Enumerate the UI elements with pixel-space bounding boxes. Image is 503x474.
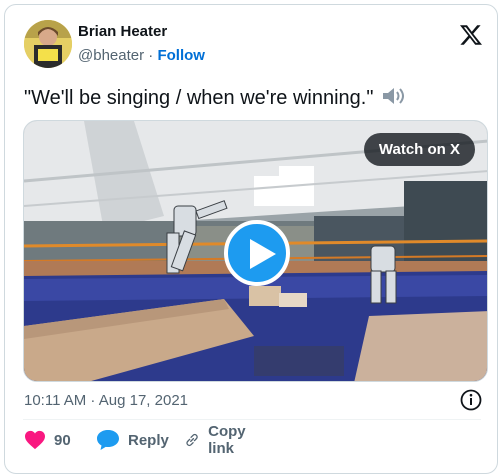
copy-link-button[interactable]: Copy link: [184, 423, 254, 457]
reply-bubble-icon: [97, 430, 119, 450]
author-handle[interactable]: @bheater: [78, 47, 144, 64]
speaker-icon: [383, 88, 404, 104]
avatar[interactable]: [24, 20, 72, 68]
divider: [23, 419, 481, 420]
play-button[interactable]: [224, 220, 290, 286]
reply-label: Reply: [128, 431, 169, 449]
avatar-image: [24, 20, 72, 68]
play-icon: [250, 239, 276, 269]
tweet-text: "We'll be singing / when we're winning.": [24, 85, 407, 111]
follow-link[interactable]: Follow: [157, 47, 205, 64]
link-icon: [186, 434, 198, 446]
reply-button[interactable]: Reply: [96, 428, 169, 452]
like-button[interactable]: 90: [24, 428, 71, 452]
timestamp-link[interactable]: 10:11 AM · Aug 17, 2021: [24, 392, 188, 409]
heart-icon: [25, 430, 45, 450]
video-media[interactable]: Watch on X: [23, 120, 488, 382]
tweet-text-content: "We'll be singing / when we're winning.": [24, 87, 374, 109]
tweet-card: Brian Heater @bheater · Follow "We'll be…: [4, 4, 498, 474]
x-logo-icon[interactable]: [459, 23, 483, 47]
separator-dot: ·: [148, 47, 154, 64]
author-name[interactable]: Brian Heater: [78, 23, 167, 40]
copy-link-label: Copy link: [208, 423, 246, 457]
like-count: 90: [54, 431, 71, 449]
info-icon[interactable]: [459, 388, 483, 412]
watch-on-x-button[interactable]: Watch on X: [363, 133, 475, 166]
author-handle-row: @bheater · Follow: [78, 47, 205, 64]
